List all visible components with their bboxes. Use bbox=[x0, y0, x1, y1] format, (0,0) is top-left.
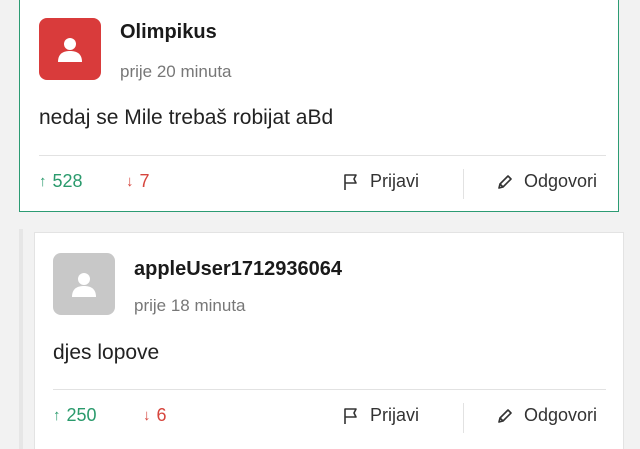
down-arrow-icon: ↓ bbox=[126, 173, 134, 190]
up-arrow-icon: ↑ bbox=[53, 407, 61, 424]
avatar[interactable] bbox=[39, 18, 101, 80]
comment-actions: ↑ 250 ↓ 6 Prijavi Odgovori bbox=[35, 403, 623, 433]
comment-time: prije 18 minuta bbox=[134, 296, 246, 315]
thread-line bbox=[19, 229, 23, 449]
pencil-icon bbox=[498, 408, 512, 423]
avatar[interactable] bbox=[53, 253, 115, 315]
pencil-icon bbox=[498, 174, 512, 189]
username[interactable]: appleUser1712936064 bbox=[134, 258, 342, 281]
upvote-count: 250 bbox=[66, 405, 97, 425]
downvote-button[interactable]: ↓ 7 bbox=[126, 171, 150, 192]
comment-card: Olimpikus prije 20 minuta nedaj se Mile … bbox=[19, 0, 619, 212]
downvote-count: 6 bbox=[156, 405, 167, 425]
report-label: Prijavi bbox=[370, 171, 420, 191]
upvote-count: 528 bbox=[52, 171, 83, 191]
reply-label: Odgovori bbox=[524, 405, 598, 425]
flag-icon bbox=[344, 407, 357, 424]
report-label: Prijavi bbox=[370, 405, 420, 425]
report-button[interactable]: Prijavi bbox=[342, 171, 419, 192]
downvote-count: 7 bbox=[139, 171, 150, 191]
upvote-button[interactable]: ↑ 250 bbox=[53, 405, 97, 426]
upvote-button[interactable]: ↑ 528 bbox=[39, 171, 83, 192]
reply-button[interactable]: Odgovori bbox=[496, 171, 597, 192]
user-silhouette-icon bbox=[58, 38, 82, 62]
comment-time: prije 20 minuta bbox=[120, 62, 232, 81]
down-arrow-icon: ↓ bbox=[143, 407, 151, 424]
up-arrow-icon: ↑ bbox=[39, 173, 47, 190]
username[interactable]: Olimpikus bbox=[120, 21, 217, 44]
action-separator bbox=[463, 169, 464, 199]
comment-text: nedaj se Mile trebaš robijat aBd bbox=[39, 106, 334, 129]
action-separator bbox=[463, 403, 464, 433]
comment-text: djes lopove bbox=[53, 341, 160, 364]
divider bbox=[53, 389, 606, 390]
comment-actions: ↑ 528 ↓ 7 Prijavi Odgovori bbox=[20, 169, 618, 199]
report-button[interactable]: Prijavi bbox=[342, 405, 419, 426]
comment-card: appleUser1712936064 prije 18 minuta djes… bbox=[34, 232, 624, 449]
downvote-button[interactable]: ↓ 6 bbox=[143, 405, 167, 426]
user-silhouette-icon bbox=[72, 273, 96, 297]
reply-label: Odgovori bbox=[524, 171, 598, 191]
flag-icon bbox=[344, 173, 357, 190]
divider bbox=[39, 155, 606, 156]
reply-button[interactable]: Odgovori bbox=[496, 405, 597, 426]
